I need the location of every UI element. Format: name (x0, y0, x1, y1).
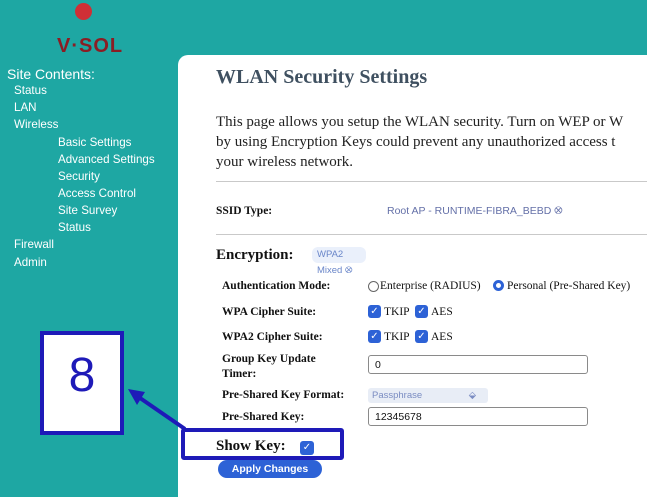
nav-item-site-survey[interactable]: Site Survey (58, 202, 117, 219)
apply-changes-button[interactable]: Apply Changes (218, 460, 322, 478)
nav-item-access-control[interactable]: Access Control (58, 185, 136, 202)
chevron-icon: ⬙ (468, 390, 476, 401)
wpa-aes-label: AES (431, 306, 453, 318)
divider (216, 181, 647, 182)
encryption-label: Encryption: (216, 247, 294, 263)
nav-item-wireless-status[interactable]: Status (58, 219, 91, 236)
nav-item-basic-settings[interactable]: Basic Settings (58, 134, 131, 151)
nav-item-admin[interactable]: Admin (14, 254, 47, 271)
logo-mark-icon (75, 3, 92, 20)
wpa-aes-checkbox[interactable]: ✓ (415, 305, 428, 318)
wpa-tkip-checkbox[interactable]: ✓ (368, 305, 381, 318)
nav-item-wireless[interactable]: Wireless (14, 116, 58, 133)
group-key-timer-input[interactable]: 0 (368, 355, 588, 374)
wpa2-cipher-label: WPA2 Cipher Suite: (222, 331, 323, 343)
annotation-highlight (181, 428, 344, 460)
divider (216, 234, 647, 235)
psk-format-label: Pre-Shared Key Format: (222, 389, 345, 401)
auth-personal-label: Personal (Pre-Shared Key) (507, 280, 631, 292)
nav-item-status[interactable]: Status (14, 82, 47, 99)
auth-personal-radio[interactable] (493, 280, 504, 291)
nav-item-security[interactable]: Security (58, 168, 100, 185)
group-key-label-line2: Timer: (222, 368, 257, 380)
page-title: WLAN Security Settings (216, 66, 428, 88)
wpa2-tkip-label: TKIP (384, 331, 410, 343)
vsol-logo: V·SOL (57, 0, 122, 60)
nav-item-advanced-settings[interactable]: Advanced Settings (58, 151, 155, 168)
wpa-cipher-label: WPA Cipher Suite: (222, 306, 317, 318)
page-intro: This page allows you setup the WLAN secu… (216, 112, 647, 172)
psk-format-select[interactable]: Passphrase ⬙ (368, 388, 488, 403)
logo-text: V·SOL (57, 35, 124, 57)
wpa2-aes-checkbox[interactable]: ✓ (415, 330, 428, 343)
psk-format-value: Passphrase (372, 390, 423, 401)
encryption-select[interactable]: WPA2 Mixed ⭙ (312, 247, 366, 276)
psk-label: Pre-Shared Key: (222, 411, 305, 423)
annotation-number: 8 (68, 349, 96, 402)
auth-enterprise-label: Enterprise (RADIUS) (380, 280, 481, 292)
wpa2-aes-label: AES (431, 331, 453, 343)
ssid-type-label: SSID Type: (216, 205, 273, 217)
nav-item-firewall[interactable]: Firewall (14, 236, 54, 253)
site-contents-title: Site Contents: (7, 66, 95, 82)
nav-item-lan[interactable]: LAN (14, 99, 37, 116)
ssid-type-select[interactable]: Root AP - RUNTIME-FIBRA_BEBD ⭙ (387, 205, 563, 218)
intro-line-3: your wireless network. (216, 154, 354, 170)
wpa2-tkip-checkbox[interactable]: ✓ (368, 330, 381, 343)
auth-enterprise-radio[interactable] (368, 281, 379, 292)
wpa-tkip-label: TKIP (384, 306, 410, 318)
group-key-label-line1: Group Key Update (222, 353, 316, 365)
psk-input[interactable]: 12345678 (368, 407, 588, 426)
intro-line-1: This page allows you setup the WLAN secu… (216, 114, 624, 130)
intro-line-2: by using Encryption Keys could prevent a… (216, 134, 616, 150)
auth-mode-label: Authentication Mode: (222, 280, 331, 292)
